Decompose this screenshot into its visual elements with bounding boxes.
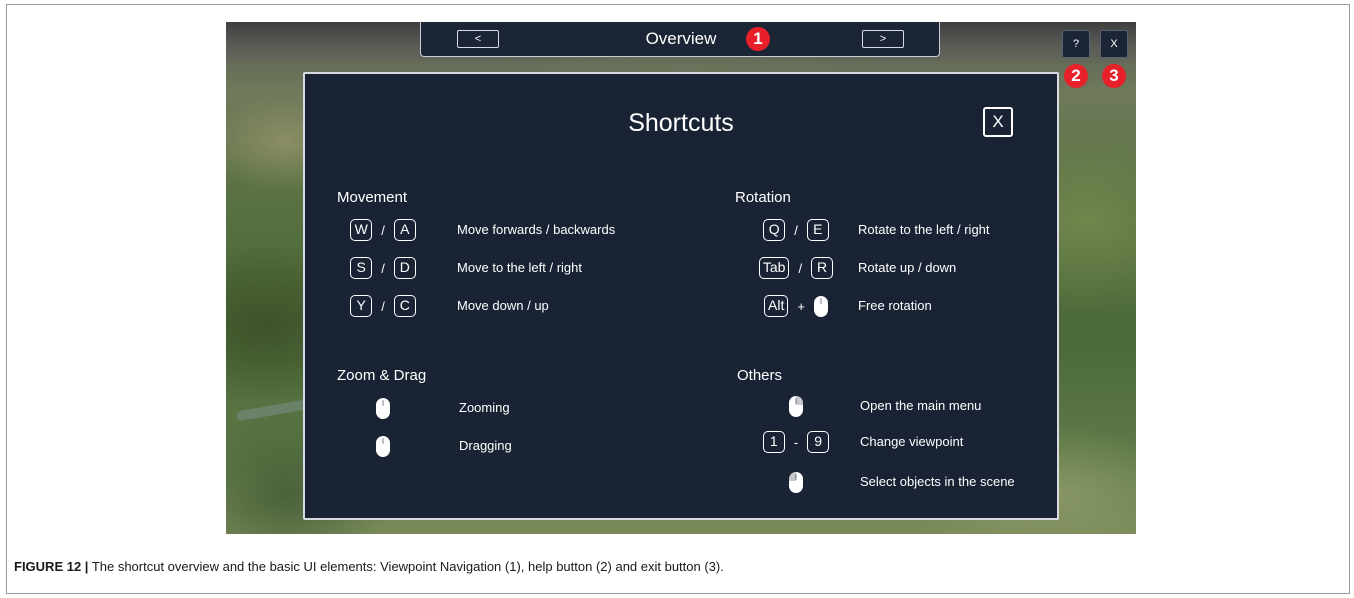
3d-terrain-view[interactable]: < Overview > 1 ? X 2 3 Shortcuts X Movem… <box>226 22 1136 534</box>
section-title-rotation: Rotation <box>735 189 791 206</box>
key-d: D <box>393 257 416 279</box>
key-s: S <box>350 257 373 279</box>
key-separator: / <box>381 222 385 238</box>
previous-viewpoint-button[interactable]: < <box>457 30 499 48</box>
help-button[interactable]: ? <box>1062 30 1090 58</box>
key-c: C <box>393 295 416 317</box>
mouse-wheel-icon <box>376 397 390 419</box>
shortcut-description: Open the main menu <box>860 398 982 413</box>
caption-text: The shortcut overview and the basic UI e… <box>88 559 724 574</box>
section-title-movement: Movement <box>337 189 408 206</box>
key-r: R <box>811 257 834 279</box>
key-alt: Alt <box>764 295 789 317</box>
shortcut-description: Change viewpoint <box>860 434 964 449</box>
key-separator: / <box>794 222 798 238</box>
figure-label: FIGURE 12 | <box>14 559 89 574</box>
shortcuts-panel: Shortcuts X Movement W / A Move forwards… <box>303 72 1059 520</box>
shortcut-row <box>751 470 841 494</box>
shortcut-row <box>339 434 427 458</box>
key-1: 1 <box>762 431 785 453</box>
mouse-icon <box>813 295 828 317</box>
key-q: Q <box>763 219 786 241</box>
shortcut-description: Dragging <box>459 438 512 453</box>
shortcut-row: Q / E <box>751 218 841 242</box>
next-viewpoint-button[interactable]: > <box>862 30 904 48</box>
key-separator: / <box>381 260 385 276</box>
shortcut-description: Move to the left / right <box>457 260 583 275</box>
key-separator: / <box>798 260 803 276</box>
viewpoint-navigation: < Overview > <box>420 22 940 57</box>
key-y: Y <box>350 295 373 317</box>
shortcut-description: Zooming <box>459 400 510 415</box>
shortcut-description: Select objects in the scene <box>860 474 1015 489</box>
shortcut-description: Free rotation <box>858 298 932 313</box>
callout-1: 1 <box>746 27 770 51</box>
callout-3: 3 <box>1102 64 1126 88</box>
shortcut-row: Alt + <box>751 294 841 318</box>
key-separator: - <box>793 434 799 450</box>
shortcut-description: Move forwards / backwards <box>457 222 616 237</box>
key-tab: Tab <box>758 257 790 279</box>
shortcut-description: Move down / up <box>457 298 549 313</box>
shortcut-row <box>751 394 841 418</box>
close-shortcuts-button[interactable]: X <box>983 107 1013 137</box>
exit-button[interactable]: X <box>1100 30 1128 58</box>
key-9: 9 <box>807 431 830 453</box>
mouse-left-click-icon <box>789 471 803 493</box>
shortcut-row: Y / C <box>339 294 427 318</box>
shortcut-row: Tab / R <box>751 256 841 280</box>
section-title-others: Others <box>737 367 783 384</box>
section-title-zoom-drag: Zoom & Drag <box>337 367 427 384</box>
key-a: A <box>393 219 416 241</box>
key-separator: / <box>381 298 385 314</box>
shortcut-row <box>339 396 427 420</box>
mouse-wheel-icon <box>376 435 390 457</box>
figure-caption: FIGURE 12 | The shortcut overview and th… <box>14 558 1334 576</box>
key-w: W <box>350 219 373 241</box>
viewpoint-title: Overview <box>645 29 717 48</box>
key-e: E <box>806 219 829 241</box>
callout-2: 2 <box>1064 64 1088 88</box>
shortcut-description: Rotate up / down <box>858 260 957 275</box>
panel-title: Shortcuts <box>628 109 734 137</box>
key-separator: + <box>797 298 805 314</box>
shortcut-row: W / A <box>339 218 427 242</box>
shortcut-row: 1 - 9 <box>751 430 841 454</box>
mouse-right-click-icon <box>789 395 803 417</box>
shortcut-row: S / D <box>339 256 427 280</box>
shortcut-description: Rotate to the left / right <box>858 222 990 237</box>
